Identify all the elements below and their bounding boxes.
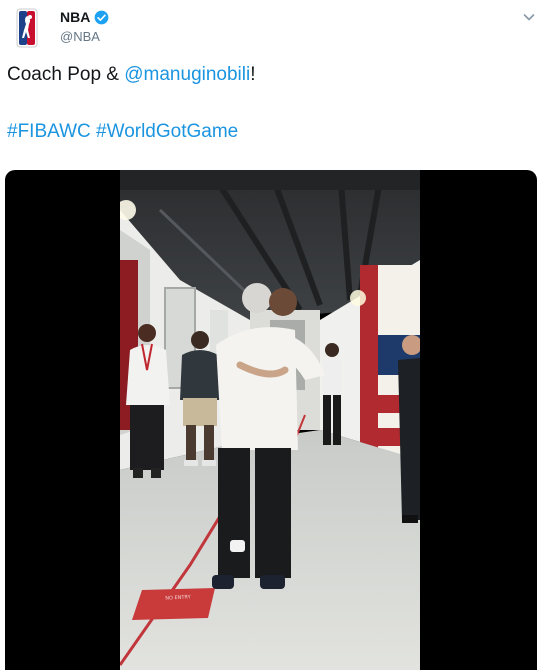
verified-badge-icon	[94, 10, 109, 24]
tweet-card: NBA @NBA Coach Pop & @manuginobili! #FIB…	[0, 0, 550, 670]
tweet-text-suffix: !	[250, 64, 256, 85]
display-name[interactable]: NBA	[60, 9, 90, 25]
hashtag-link-worldgotgame[interactable]: #WorldGotGame	[96, 121, 238, 142]
tweet-author[interactable]: NBA @NBA	[60, 8, 109, 44]
user-handle[interactable]: @NBA	[60, 29, 109, 44]
mention-link[interactable]: @manuginobili	[124, 64, 250, 85]
tweet-video[interactable]: NO ENTRY	[5, 170, 537, 670]
tweet-text: Coach Pop & @manuginobili!	[7, 63, 256, 87]
hashtag-line: #FIBAWC #WorldGotGame	[7, 120, 238, 144]
tweet-text-prefix: Coach Pop &	[7, 64, 125, 85]
nba-logo-icon[interactable]	[9, 8, 45, 48]
video-frame[interactable]: NO ENTRY	[120, 170, 420, 670]
chevron-down-icon[interactable]	[522, 10, 536, 24]
hashtag-link-fibawc[interactable]: #FIBAWC	[7, 121, 91, 142]
